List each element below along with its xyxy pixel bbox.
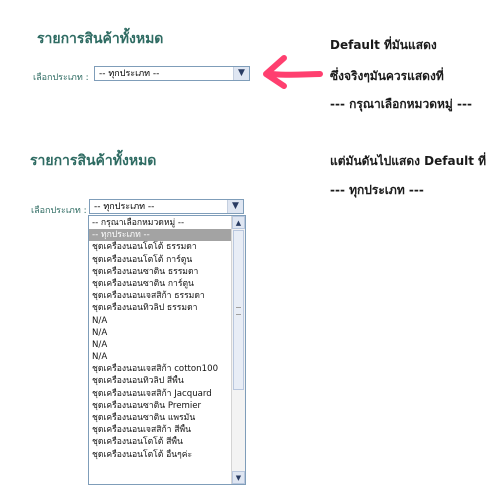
dropdown-option[interactable]: ชุดเครื่องนอนซาติน ธรรมดา	[89, 266, 233, 278]
dropdown-option[interactable]: N/A	[89, 327, 233, 339]
annotation-line-1: Default ที่มันแสดง	[330, 38, 437, 52]
scroll-up-icon[interactable]: ▲	[232, 216, 245, 229]
dropdown-option[interactable]: ชุดเครื่องนอนโตโต้ การ์ตูน	[89, 254, 233, 266]
dropdown-option[interactable]: ชุดเครื่องนอนทิวลิป ธรรมดา	[89, 302, 233, 314]
dropdown-option[interactable]: ชุดเครื่องนอนโตโต้ สีพื้น	[89, 436, 233, 448]
dropdown-option[interactable]: ชุดเครื่องนอนทิวลิป สีพื้น	[89, 375, 233, 387]
annotation-line-3: --- กรุณาเลือกหมวดหมู่ ---	[330, 97, 472, 111]
category-dropdown-list[interactable]: -- กรุณาเลือกหมวดหมู่ -- -- ทุกประเภท -- ช…	[88, 215, 246, 485]
dropdown-option[interactable]: ชุดเครื่องนอนเจสสิก้า ธรรมดา	[89, 290, 233, 302]
pink-arrow-icon	[263, 55, 323, 89]
annotation-line-4: แต่มันดันไปแสดง Default ที่	[330, 154, 487, 168]
dropdown-option[interactable]: N/A	[89, 339, 233, 351]
chevron-down-icon[interactable]: ▼	[227, 200, 243, 213]
category-select-value: -- ทุกประเภท --	[99, 69, 160, 79]
chevron-down-icon[interactable]: ▼	[233, 67, 249, 80]
category-select-value: -- ทุกประเภท --	[94, 202, 155, 212]
dropdown-option[interactable]: ชุดเครื่องนอนซาติน แพรมัน	[89, 412, 233, 424]
page-title-bottom: รายการสินค้าทั้งหมด	[30, 153, 157, 169]
grip-icon	[236, 307, 241, 315]
dropdown-options: -- กรุณาเลือกหมวดหมู่ -- -- ทุกประเภท -- ช…	[89, 217, 233, 461]
dropdown-option[interactable]: -- กรุณาเลือกหมวดหมู่ --	[89, 217, 233, 229]
annotation-line-5: --- ทุกประเภท ---	[330, 183, 424, 197]
dropdown-option[interactable]: ชุดเครื่องนอนเจสสิก้า Jacquard	[89, 388, 233, 400]
category-select-top[interactable]: -- ทุกประเภท -- ▼	[94, 66, 250, 81]
dropdown-option[interactable]: N/A	[89, 351, 233, 363]
page-title-top: รายการสินค้าทั้งหมด	[37, 31, 164, 47]
dropdown-option[interactable]: ชุดเครื่องนอนเจสสิก้า สีพื้น	[89, 424, 233, 436]
category-select-bottom[interactable]: -- ทุกประเภท -- ▼	[89, 199, 244, 214]
category-label-top: เลือกประเภท :	[33, 73, 89, 83]
category-label-bottom: เลือกประเภท :	[31, 206, 87, 216]
scroll-down-icon[interactable]: ▼	[232, 471, 245, 484]
dropdown-option[interactable]: -- ทุกประเภท --	[89, 229, 233, 242]
dropdown-scrollbar[interactable]: ▲ ▼	[231, 216, 245, 484]
annotation-line-2: ซึ่งจริงๆมันควรแสดงที่	[330, 69, 444, 83]
dropdown-option[interactable]: ชุดเครื่องนอนเจสสิก้า cotton100	[89, 363, 233, 375]
scroll-thumb[interactable]	[233, 230, 244, 390]
dropdown-option[interactable]: ชุดเครื่องนอนซาติน การ์ตูน	[89, 278, 233, 290]
dropdown-option[interactable]: ชุดเครื่องนอนโตโต้ ธรรมดา	[89, 241, 233, 253]
dropdown-option[interactable]: N/A	[89, 315, 233, 327]
dropdown-option[interactable]: ชุดเครื่องนอนโตโต้ อื่นๆค่ะ	[89, 449, 233, 461]
dropdown-option[interactable]: ชุดเครื่องนอนซาติน Premier	[89, 400, 233, 412]
